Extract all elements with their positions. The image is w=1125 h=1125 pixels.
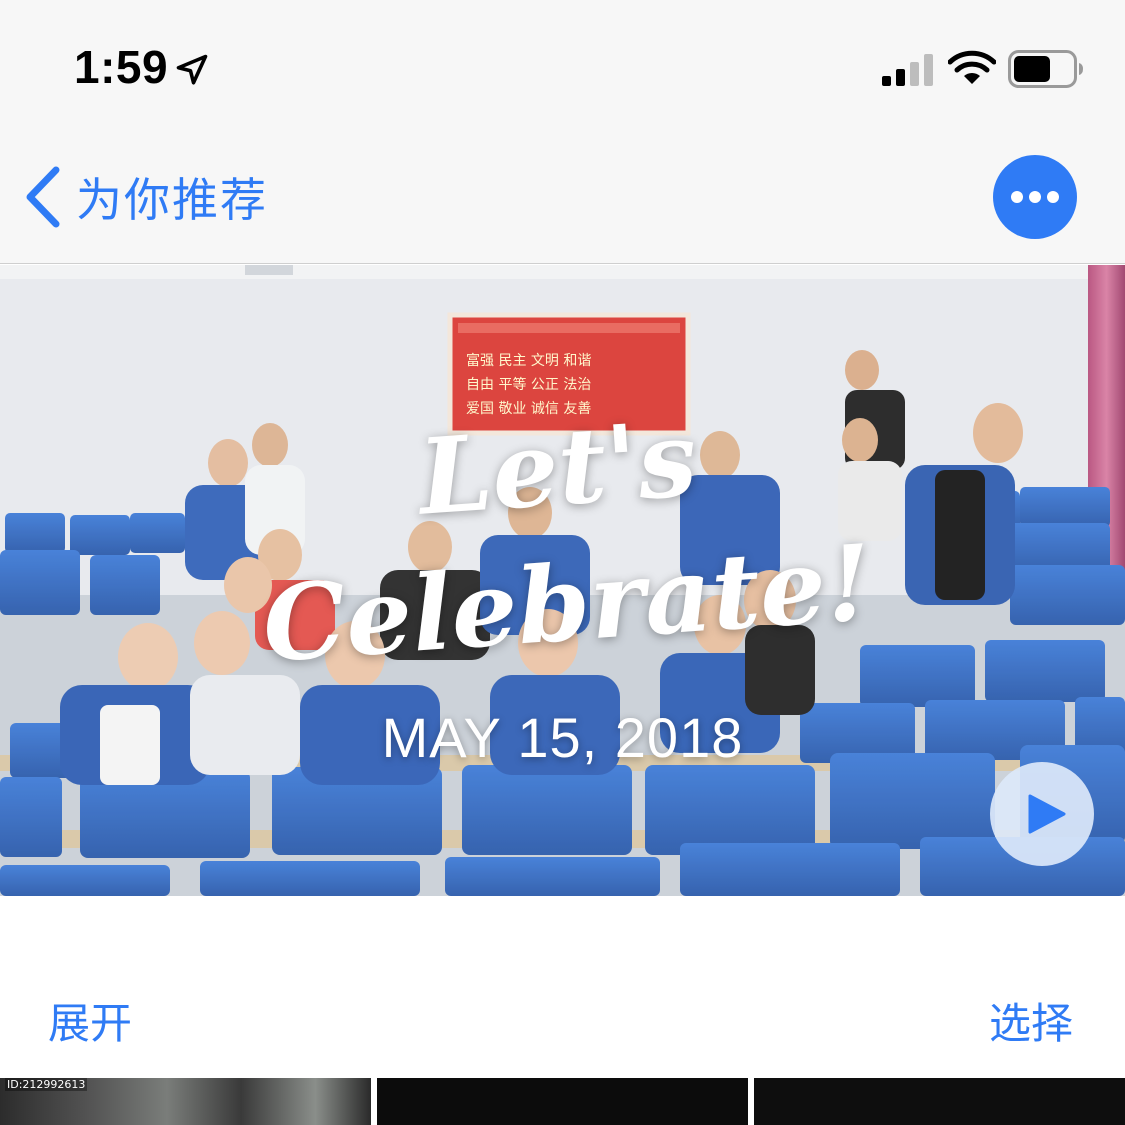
wifi-icon	[948, 50, 996, 84]
play-memory-button[interactable]	[990, 762, 1094, 866]
chevron-left-icon	[26, 166, 60, 228]
expand-button[interactable]: 展开	[48, 990, 132, 1051]
more-options-button[interactable]	[993, 155, 1077, 239]
memory-date: MAY 15, 2018	[381, 706, 744, 769]
photos-memory-screen: 1:59 为你推荐 Let's Celebrate! MAY 15, 2018 …	[0, 0, 1125, 1125]
play-icon	[1028, 794, 1066, 834]
back-button[interactable]: 为你推荐	[20, 162, 268, 232]
photo-grid: ID:212992613	[0, 1078, 1125, 1125]
location-arrow-icon	[176, 54, 208, 85]
photo-thumbnail[interactable]	[377, 1078, 748, 1125]
battery-icon	[1008, 50, 1083, 88]
cellular-signal-icon	[882, 54, 933, 86]
ellipsis-icon	[1011, 191, 1059, 203]
status-time: 1:59	[74, 41, 169, 93]
navigation-bar: 为你推荐	[0, 132, 1125, 264]
photo-thumbnail[interactable]	[754, 1078, 1125, 1125]
status-bar: 1:59	[0, 0, 1125, 132]
photo-thumbnail[interactable]: ID:212992613	[0, 1078, 371, 1125]
thumbnail-id-label: ID:212992613	[5, 1078, 88, 1091]
memory-action-row: 展开 选择	[0, 896, 1125, 1078]
back-button-label: 为你推荐	[76, 173, 268, 227]
memory-cover-photo[interactable]: 富强 民主 文明 和谐 自由 平等 公正 法治 爱国 敬业 诚信 友善	[0, 265, 1125, 896]
select-button[interactable]: 选择	[989, 990, 1073, 1051]
